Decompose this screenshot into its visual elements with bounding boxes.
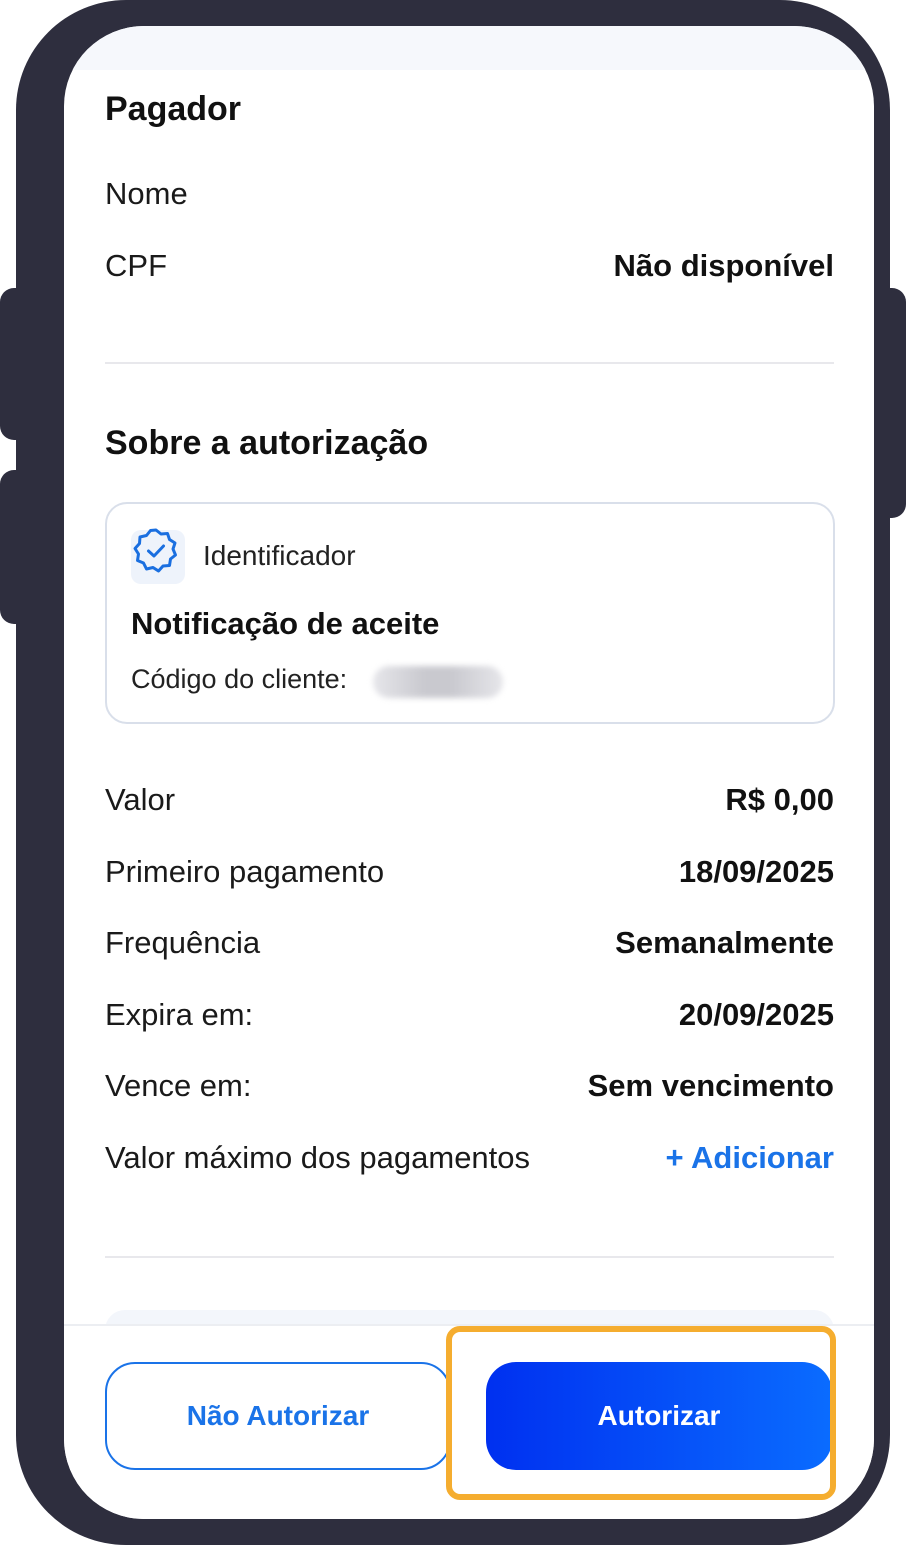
action-footer: Não Autorizar Autorizar — [64, 1324, 874, 1519]
max-amount-row: Valor máximo dos pagamentos + Adicionar — [105, 1136, 834, 1180]
detail-label: Valor — [105, 782, 176, 817]
verified-badge-icon — [131, 528, 185, 584]
client-code-label: Código do cliente: — [131, 664, 348, 694]
detail-label: Frequência — [105, 925, 261, 960]
add-max-amount-link[interactable]: + Adicionar — [665, 1140, 834, 1176]
payer-cpf-label: CPF — [105, 248, 167, 283]
detail-value: R$ 0,00 — [725, 782, 834, 817]
detail-value: Sem vencimento — [587, 1068, 834, 1103]
decline-button[interactable]: Não Autorizar — [105, 1362, 451, 1470]
detail-row: Primeiro pagamento 18/09/2025 — [105, 850, 834, 894]
detail-row: Valor R$ 0,00 — [105, 778, 834, 822]
detail-row: Vence em: Sem vencimento — [105, 1064, 834, 1108]
phone-frame: Pagador Nome CPF Não disponível Sobre a … — [16, 0, 890, 1545]
authorization-title: Sobre a autorização — [105, 424, 429, 462]
section-divider — [105, 362, 834, 364]
authorize-button[interactable]: Autorizar — [486, 1362, 832, 1470]
screen: Pagador Nome CPF Não disponível Sobre a … — [64, 26, 874, 1519]
section-divider — [105, 1256, 834, 1258]
detail-value: 18/09/2025 — [678, 854, 834, 889]
detail-row: Frequência Semanalmente — [105, 921, 834, 965]
detail-value: Semanalmente — [615, 925, 834, 960]
detail-label: Primeiro pagamento — [105, 854, 385, 889]
card-title: Notificação de aceite — [131, 606, 440, 641]
status-strip — [64, 26, 874, 70]
payer-name-row: Nome — [105, 172, 834, 216]
detail-label: Valor máximo dos pagamentos — [105, 1140, 531, 1175]
detail-row: Expira em: 20/09/2025 — [105, 993, 834, 1037]
detail-label: Vence em: — [105, 1068, 252, 1103]
payer-cpf-value: Não disponível — [613, 248, 834, 283]
identifier-card: Identificador Notificação de aceite Códi… — [105, 502, 835, 724]
payer-cpf-row: CPF Não disponível — [105, 244, 834, 288]
card-tag: Identificador — [203, 540, 356, 571]
detail-value: 20/09/2025 — [678, 997, 834, 1032]
detail-label: Expira em: — [105, 997, 254, 1032]
client-code-redacted — [373, 666, 503, 698]
payer-name-label: Nome — [105, 176, 188, 211]
payer-title: Pagador — [105, 90, 242, 128]
